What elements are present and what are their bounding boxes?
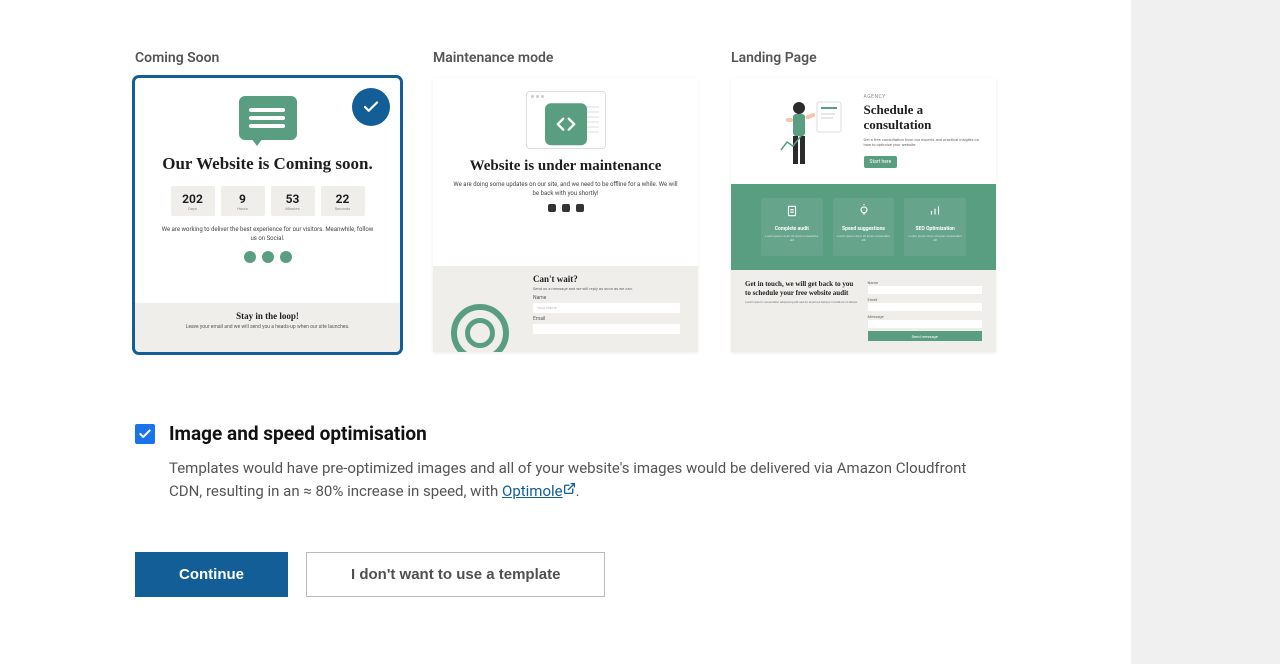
countdown-hours: 9Hours [221,186,265,216]
external-link-icon [563,482,576,495]
lp-message-input [868,320,983,328]
maintenance-heading: Website is under maintenance [453,158,678,175]
feature-audit: Complete audit Lorem ipsum dolor sit ame… [761,198,823,256]
twitter-icon [548,204,556,212]
countdown-minutes: 53Minutes [271,186,315,216]
template-label-coming-soon: Coming Soon [135,50,400,66]
instagram-icon [280,251,292,263]
coming-soon-description: We are working to deliver the best exper… [159,226,376,243]
lp-email-input [868,303,983,311]
action-button-row: Continue I don't want to use a template [135,552,996,597]
stay-in-loop-desc: Leave your email and we will send you a … [159,324,376,331]
facebook-icon [562,204,570,212]
maintenance-desc: We are doing some updates on our site, a… [453,181,678,198]
template-chooser-page: Coming Soon Our Website is Coming soon. … [0,0,1131,664]
maintenance-social-icons [453,204,678,212]
code-icon [545,103,587,145]
name-label: Name [533,295,680,301]
lp-message-label: Message [868,314,983,319]
clipboard-icon [785,204,799,218]
lightbulb-icon [857,204,871,218]
facebook-icon [262,251,274,263]
template-card-landing[interactable]: AGENCY Schedule a consultation Get a fre… [731,78,996,352]
skip-template-button[interactable]: I don't want to use a template [306,552,605,597]
maintenance-illustration [453,86,678,154]
template-card-coming-soon[interactable]: Our Website is Coming soon. 202Days 9Hou… [135,78,400,352]
email-label: Email [533,316,680,322]
name-input-preview: Your Name [533,303,680,313]
cant-wait-title: Can't wait? [533,274,680,284]
instagram-icon [576,204,584,212]
landing-heading: Schedule a consultation [864,103,983,133]
template-col-maintenance: Maintenance mode Website is under mainte… [433,50,698,352]
countdown-row: 202Days 9Hours 53Minutes 22Seconds [159,186,376,216]
at-symbol-illustration [433,266,533,352]
landing-brand: AGENCY [864,94,983,100]
email-input-preview [533,324,680,334]
landing-person-illustration [745,88,864,174]
coming-soon-illustration [159,88,376,148]
image-optimisation-section: Image and speed optimisation Templates w… [135,422,996,504]
template-col-coming-soon: Coming Soon Our Website is Coming soon. … [135,50,400,352]
stay-in-loop-title: Stay in the loop! [159,311,376,321]
landing-features-row: Complete audit Lorem ipsum dolor sit ame… [731,184,996,270]
landing-paragraph: Get a free consultation from our experts… [864,137,983,148]
template-grid: Coming Soon Our Website is Coming soon. … [135,50,996,352]
coming-soon-heading: Our Website is Coming soon. [159,154,376,174]
countdown-seconds: 22Seconds [321,186,365,216]
optimisation-title: Image and speed optimisation [169,422,996,445]
landing-contact-heading: Get in touch, we will get back to you to… [745,280,860,298]
landing-contact-paragraph: Lorem ipsum consectetur adipiscing elit … [745,301,860,305]
template-card-maintenance[interactable]: Website is under maintenance We are doin… [433,78,698,352]
template-label-landing: Landing Page [731,50,996,66]
check-icon [138,427,152,441]
template-col-landing: Landing Page [731,50,996,352]
optimisation-description: Templates would have pre-optimized image… [169,457,996,504]
countdown-days: 202Days [171,186,215,216]
feature-seo: SEO Optimization Lorem ipsum dolor sit a… [904,198,966,256]
optimole-link[interactable]: Optimole [502,482,576,500]
landing-cta-button: Start here [864,156,898,168]
lp-email-label: Email [868,297,983,302]
bar-chart-icon [928,204,942,218]
cant-wait-desc: Send us a message and we will reply as s… [533,286,680,291]
coming-soon-social-icons [159,251,376,263]
continue-button[interactable]: Continue [135,552,288,597]
optimisation-checkbox[interactable] [135,424,155,444]
lp-name-input [868,286,983,294]
template-label-maintenance: Maintenance mode [433,50,698,66]
twitter-icon [244,251,256,263]
lp-send-button: Send message [868,331,983,341]
lp-name-label: Name [868,280,983,285]
feature-speed: Speed suggestions Lorem ipsum dolor sit … [833,198,895,256]
